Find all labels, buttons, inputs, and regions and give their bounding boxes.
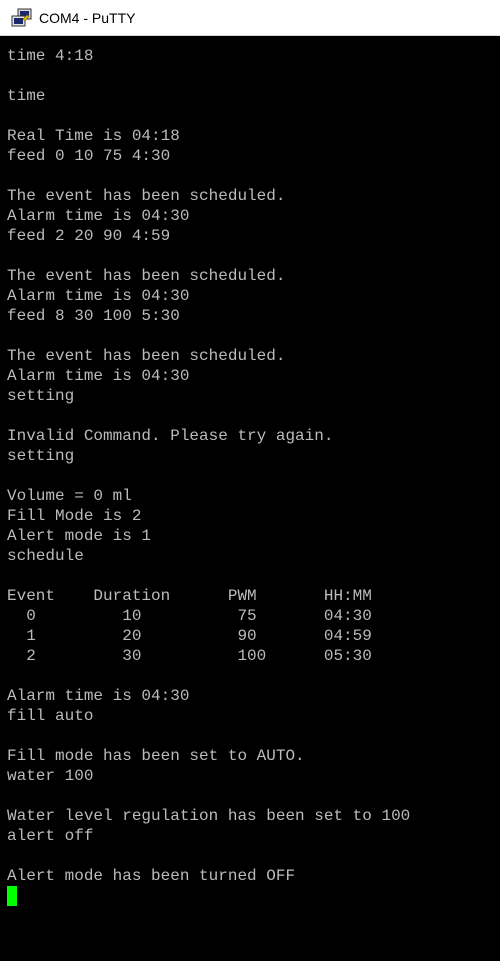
terminal-line: feed 8 30 100 5:30	[7, 307, 180, 325]
terminal-line: Water level regulation has been set to 1…	[7, 807, 411, 825]
terminal-line: Event Duration PWM HH:MM	[7, 587, 372, 605]
terminal-line: setting	[7, 387, 75, 405]
terminal-line: schedule	[7, 547, 84, 565]
terminal-line: feed 2 20 90 4:59	[7, 227, 171, 245]
terminal-line: fill auto	[7, 707, 94, 725]
terminal-line: feed 0 10 75 4:30	[7, 147, 171, 165]
terminal-line: Real Time is 04:18	[7, 127, 180, 145]
terminal-line: The event has been scheduled.	[7, 347, 286, 365]
terminal-line: Alert mode has been turned OFF	[7, 867, 296, 885]
terminal-line: setting	[7, 447, 75, 465]
terminal-line: Alert mode is 1	[7, 527, 152, 545]
terminal-line: time	[7, 87, 46, 105]
terminal-line: Volume = 0 ml	[7, 487, 132, 505]
terminal-line: Fill mode has been set to AUTO.	[7, 747, 305, 765]
terminal-line: Alarm time is 04:30	[7, 207, 190, 225]
title-bar: COM4 - PuTTY	[0, 0, 500, 36]
terminal-line: The event has been scheduled.	[7, 187, 286, 205]
terminal-line: Alarm time is 04:30	[7, 687, 190, 705]
terminal-line: Fill Mode is 2	[7, 507, 142, 525]
terminal-output[interactable]: time 4:18 time Real Time is 04:18 feed 0 10…	[0, 36, 500, 961]
terminal-line: 2 30 100 05:30	[7, 647, 372, 665]
terminal-line: 1 20 90 04:59	[7, 627, 372, 645]
terminal-line: Alarm time is 04:30	[7, 287, 190, 305]
window-title: COM4 - PuTTY	[39, 10, 136, 26]
terminal-line: time 4:18	[7, 47, 94, 65]
text-cursor	[7, 886, 17, 906]
putty-terminal-icon	[11, 8, 32, 27]
terminal-line: Invalid Command. Please try again.	[7, 427, 334, 445]
terminal-line: Alarm time is 04:30	[7, 367, 190, 385]
terminal-line: 0 10 75 04:30	[7, 607, 372, 625]
terminal-line: water 100	[7, 767, 94, 785]
terminal-line: The event has been scheduled.	[7, 267, 286, 285]
terminal-line: alert off	[7, 827, 94, 845]
